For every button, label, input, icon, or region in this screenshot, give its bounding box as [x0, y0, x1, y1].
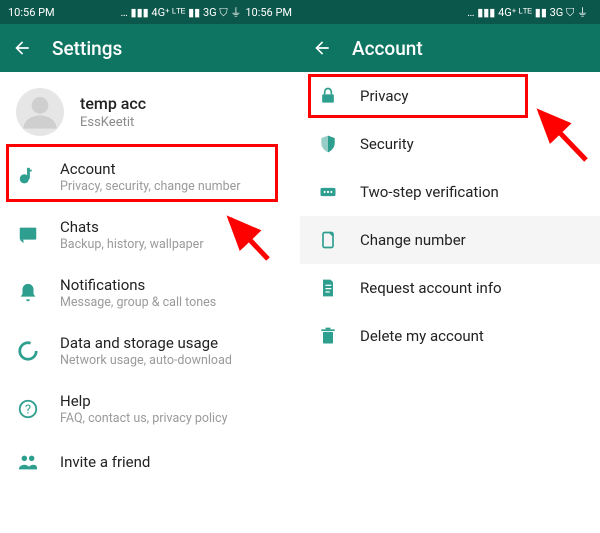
- settings-item-invite[interactable]: Invite a friend: [0, 438, 300, 486]
- item-title: Change number: [360, 231, 466, 249]
- item-title: Data and storage usage: [60, 334, 232, 352]
- settings-item-help[interactable]: ? Help FAQ, contact us, privacy policy: [0, 380, 300, 438]
- bell-icon: [16, 281, 40, 305]
- status-bar: … ▮▮▮ 4G⁺ ᴸᵀᴱ ▮▮ 3G ⛉ ⏚: [300, 0, 600, 24]
- item-sub: Message, group & call tones: [60, 295, 216, 310]
- account-item-delete[interactable]: Delete my account: [300, 312, 600, 360]
- item-title: Two-step verification: [360, 183, 499, 201]
- item-title: Help: [60, 392, 228, 410]
- chat-icon: [16, 223, 40, 247]
- help-icon: ?: [16, 397, 40, 421]
- key-icon: [16, 165, 40, 189]
- account-screen: … ▮▮▮ 4G⁺ ᴸᵀᴱ ▮▮ 3G ⛉ ⏚ Account Privacy: [300, 0, 600, 533]
- avatar: [16, 88, 64, 136]
- item-title: Request account info: [360, 279, 502, 297]
- item-title: Invite a friend: [60, 453, 150, 471]
- item-title: Privacy: [360, 87, 408, 105]
- trash-icon: [316, 324, 340, 348]
- account-item-twostep[interactable]: Two-step verification: [300, 168, 600, 216]
- profile-sub: EssKeetit: [80, 115, 146, 130]
- settings-screen: 10:56 PM … ▮▮▮ 4G⁺ ᴸᵀᴱ ▮▮ 3G ⛉ ⏚ 10:56 P…: [0, 0, 300, 533]
- sim-icon: [316, 228, 340, 252]
- profile-row[interactable]: temp acc EssKeetit: [0, 72, 300, 148]
- item-title: Notifications: [60, 276, 216, 294]
- account-item-request-info[interactable]: Request account info: [300, 264, 600, 312]
- status-time-right: 10:56 PM: [245, 6, 292, 19]
- twostep-icon: [316, 180, 340, 204]
- page-title: Account: [352, 37, 423, 60]
- lock-icon: [316, 84, 340, 108]
- back-button[interactable]: [312, 38, 332, 58]
- app-bar: Settings: [0, 24, 300, 72]
- shield-icon: [316, 132, 340, 156]
- account-item-privacy[interactable]: Privacy: [300, 72, 600, 120]
- page-title: Settings: [52, 37, 122, 60]
- data-usage-icon: [16, 339, 40, 363]
- account-item-security[interactable]: Security: [300, 120, 600, 168]
- app-bar: Account: [300, 24, 600, 72]
- profile-name: temp acc: [80, 94, 146, 113]
- item-title: Security: [360, 135, 414, 153]
- status-network: … ▮▮▮ 4G⁺ ᴸᵀᴱ ▮▮ 3G ⛉ ⏚: [120, 4, 241, 20]
- settings-item-data[interactable]: Data and storage usage Network usage, au…: [0, 322, 300, 380]
- item-title: Delete my account: [360, 327, 484, 345]
- item-sub: FAQ, contact us, privacy policy: [60, 411, 228, 426]
- settings-item-notifications[interactable]: Notifications Message, group & call tone…: [0, 264, 300, 322]
- settings-item-chats[interactable]: Chats Backup, history, wallpaper: [0, 206, 300, 264]
- back-button[interactable]: [12, 38, 32, 58]
- item-sub: Backup, history, wallpaper: [60, 237, 204, 252]
- item-title: Account: [60, 160, 241, 178]
- people-icon: [16, 450, 40, 474]
- item-sub: Network usage, auto-download: [60, 353, 232, 368]
- status-bar: 10:56 PM … ▮▮▮ 4G⁺ ᴸᵀᴱ ▮▮ 3G ⛉ ⏚ 10:56 P…: [0, 0, 300, 24]
- item-title: Chats: [60, 218, 204, 236]
- status-time-left: 10:56 PM: [8, 6, 55, 19]
- document-icon: [316, 276, 340, 300]
- svg-text:?: ?: [25, 403, 31, 418]
- status-network: … ▮▮▮ 4G⁺ ᴸᵀᴱ ▮▮ 3G ⛉ ⏚: [467, 4, 588, 20]
- settings-item-account[interactable]: Account Privacy, security, change number: [0, 148, 300, 206]
- item-sub: Privacy, security, change number: [60, 179, 241, 194]
- account-item-change-number[interactable]: Change number: [300, 216, 600, 264]
